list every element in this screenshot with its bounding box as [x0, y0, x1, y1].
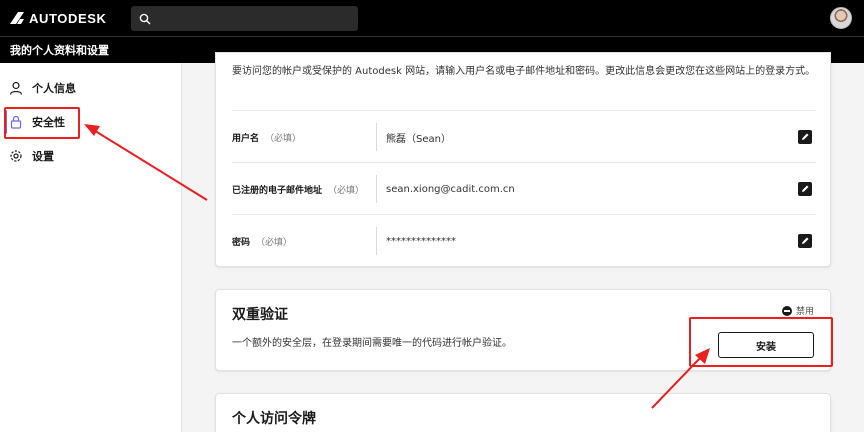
sidebar: 个人信息 安全性 设置 — [0, 63, 182, 432]
required-hint: （必填） — [256, 237, 293, 248]
search-icon — [139, 13, 151, 24]
active-indicator — [4, 110, 7, 134]
email-value: sean.xiong@cadit.com.cn — [386, 183, 515, 195]
edit-password-button[interactable] — [798, 234, 812, 248]
required-hint: （必填） — [328, 185, 365, 196]
label-text: 用户名 — [232, 133, 260, 144]
disabled-icon — [781, 305, 792, 316]
row-email: 已注册的电子邮件地址 （必填） sean.xiong@cadit.com.cn — [232, 162, 816, 214]
row-password: 密码 （必填） ************** — [232, 214, 816, 266]
pencil-icon — [802, 133, 809, 140]
status-badge: 禁用 — [781, 304, 814, 317]
two-factor-title: 双重验证 — [232, 307, 288, 323]
row-username: 用户名 （必填） 熊磊（Sean） — [232, 110, 816, 162]
row-label: 密码 （必填） — [232, 215, 292, 267]
pencil-icon — [802, 185, 809, 192]
search-input[interactable] — [157, 12, 347, 25]
install-button[interactable]: 安装 — [718, 332, 814, 358]
access-token-title: 个人访问令牌 — [232, 411, 316, 427]
autodesk-logo[interactable]: AUTODESK — [9, 0, 107, 36]
label-text: 密码 — [232, 237, 251, 248]
edit-username-button[interactable] — [798, 130, 812, 144]
sidebar-item-label: 个人信息 — [32, 82, 76, 95]
row-label: 用户名 （必填） — [232, 111, 301, 163]
user-avatar[interactable] — [830, 7, 852, 29]
status-text: 禁用 — [795, 307, 814, 317]
username-value: 熊磊（Sean） — [386, 133, 451, 145]
gear-icon — [8, 148, 24, 164]
top-nav: AUTODESK — [0, 0, 864, 36]
autodesk-logo-icon — [10, 12, 24, 24]
two-factor-description: 一个额外的安全层，在登录期间需要唯一的代码进行帐户验证。 — [232, 338, 512, 349]
divider — [376, 175, 377, 203]
divider — [376, 123, 377, 151]
sidebar-item-security[interactable]: 安全性 — [0, 106, 182, 138]
person-icon — [8, 80, 24, 96]
sidebar-item-label: 安全性 — [32, 116, 65, 129]
sidebar-item-personal-info[interactable]: 个人信息 — [0, 72, 182, 104]
security-intro: 要访问您的帐户或受保护的 Autodesk 网站，请输入用户名或电子邮件地址和密… — [232, 66, 816, 77]
label-text: 已注册的电子邮件地址 — [232, 185, 323, 196]
two-factor-card: 双重验证 禁用 一个额外的安全层，在登录期间需要唯一的代码进行帐户验证。 安装 — [215, 289, 831, 371]
pencil-icon — [802, 237, 809, 244]
row-label: 已注册的电子邮件地址 （必填） — [232, 163, 364, 215]
lock-icon — [8, 114, 24, 130]
brand-name: AUTODESK — [29, 10, 107, 26]
password-value: ************** — [386, 235, 456, 247]
page-title: 我的个人资料和设置 — [10, 44, 109, 57]
required-hint: （必填） — [265, 133, 302, 144]
access-token-card: 个人访问令牌 — [215, 393, 831, 432]
sidebar-item-label: 设置 — [32, 150, 54, 163]
search-box[interactable] — [131, 6, 358, 31]
edit-email-button[interactable] — [798, 182, 812, 196]
divider — [376, 227, 377, 255]
sidebar-item-settings[interactable]: 设置 — [0, 140, 182, 172]
security-card: 要访问您的帐户或受保护的 Autodesk 网站，请输入用户名或电子邮件地址和密… — [215, 52, 831, 267]
